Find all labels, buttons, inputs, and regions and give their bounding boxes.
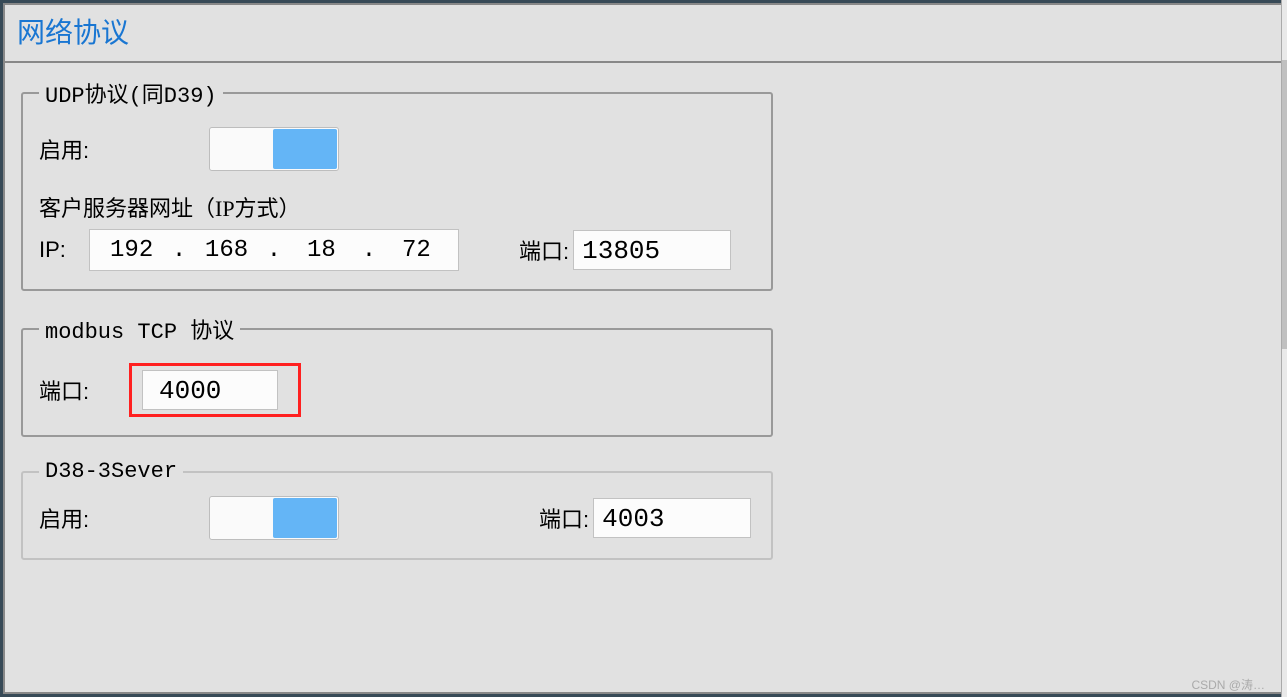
d38-group: D38-3Sever 启用: 端口: [21, 459, 773, 560]
udp-ip-label: IP: [39, 237, 79, 263]
watermark: CSDN @涛… [1191, 676, 1265, 693]
udp-enable-toggle[interactable] [209, 127, 339, 171]
ip-seg-1[interactable] [107, 237, 157, 264]
modbus-legend: modbus TCP 协议 [39, 313, 240, 345]
udp-ip-row: IP: . . . 端口: [39, 229, 755, 271]
modbus-port-box[interactable] [142, 370, 278, 410]
udp-ip-header: 客户服务器网址（IP方式） [39, 191, 755, 223]
page-title: 网络协议 [5, 5, 1282, 63]
ip-seg-3[interactable] [296, 237, 346, 264]
udp-group: UDP协议(同D39) 启用: 客户服务器网址（IP方式） IP: . . [21, 77, 773, 291]
udp-enable-label: 启用: [39, 133, 99, 165]
ip-dot: . [265, 237, 283, 264]
content-area: UDP协议(同D39) 启用: 客户服务器网址（IP方式） IP: . . [5, 63, 1282, 596]
udp-enable-row: 启用: [39, 127, 755, 171]
modbus-port-row: 端口: [39, 363, 755, 417]
udp-port-input[interactable] [582, 236, 722, 266]
scrollbar-thumb[interactable] [1282, 60, 1287, 349]
udp-port-label: 端口: [519, 234, 569, 266]
scrollbar[interactable] [1281, 0, 1287, 697]
d38-legend: D38-3Sever [39, 459, 183, 484]
page-frame: 网络协议 UDP协议(同D39) 启用: 客户服务器网址（IP方式） IP: . [0, 0, 1287, 697]
d38-row: 启用: 端口: [39, 496, 755, 540]
modbus-port-label: 端口: [39, 374, 99, 406]
d38-enable-toggle[interactable] [209, 496, 339, 540]
udp-port-box[interactable] [573, 230, 731, 270]
ip-dot: . [170, 237, 188, 264]
udp-ip-input[interactable]: . . . [89, 229, 459, 271]
ip-seg-4[interactable] [391, 237, 441, 264]
modbus-port-input[interactable] [159, 376, 269, 406]
toggle-knob [273, 129, 337, 169]
modbus-port-highlight [129, 363, 301, 417]
ip-seg-2[interactable] [202, 237, 252, 264]
modbus-group: modbus TCP 协议 端口: [21, 313, 773, 437]
d38-port-input[interactable] [602, 504, 742, 534]
d38-enable-label: 启用: [39, 502, 99, 534]
udp-legend: UDP协议(同D39) [39, 77, 223, 109]
d38-port-label: 端口: [539, 502, 589, 534]
d38-port-box[interactable] [593, 498, 751, 538]
toggle-knob [273, 498, 337, 538]
main-panel: 网络协议 UDP协议(同D39) 启用: 客户服务器网址（IP方式） IP: . [3, 3, 1284, 694]
ip-dot: . [360, 237, 378, 264]
